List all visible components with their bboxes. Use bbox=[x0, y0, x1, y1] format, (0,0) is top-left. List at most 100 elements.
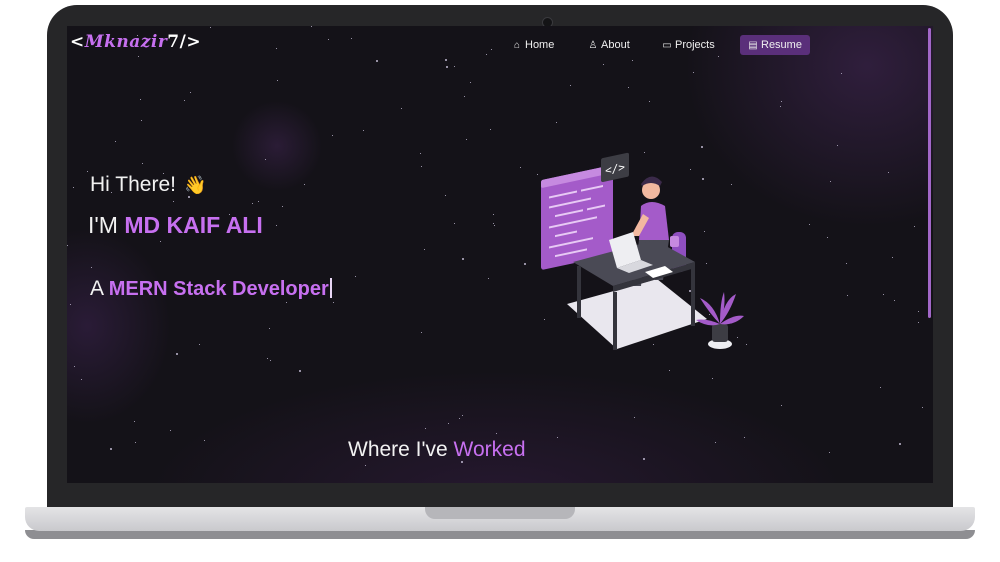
star bbox=[628, 87, 629, 88]
star bbox=[445, 195, 446, 196]
star bbox=[892, 257, 893, 258]
nav-home-label: Home bbox=[525, 39, 555, 51]
star bbox=[669, 370, 670, 371]
hero-greeting: Hi There! 👋 bbox=[90, 173, 206, 197]
star bbox=[715, 442, 716, 443]
star bbox=[570, 85, 571, 86]
star bbox=[190, 92, 191, 93]
star bbox=[454, 223, 455, 224]
star bbox=[632, 60, 633, 61]
star bbox=[464, 96, 465, 97]
star bbox=[649, 101, 650, 102]
star bbox=[693, 72, 694, 73]
star bbox=[462, 258, 464, 260]
typing-cursor bbox=[329, 278, 332, 298]
role-typewriter: MERN Stack Developer bbox=[108, 278, 329, 300]
star bbox=[265, 159, 266, 160]
plant-leaves bbox=[696, 292, 744, 326]
laptop-notch bbox=[425, 507, 575, 519]
star bbox=[138, 56, 139, 57]
name-prefix: I'M bbox=[88, 212, 125, 238]
star bbox=[781, 101, 782, 102]
star bbox=[67, 245, 68, 246]
site-logo[interactable]: <Mknazir7/> bbox=[70, 32, 201, 52]
star bbox=[922, 407, 923, 408]
resume-button[interactable]: ▤ Resume bbox=[740, 35, 810, 55]
star bbox=[276, 48, 277, 49]
star bbox=[488, 278, 489, 279]
section-title-prefix: Where I've bbox=[348, 438, 454, 461]
star bbox=[270, 360, 271, 361]
star bbox=[643, 458, 645, 460]
star bbox=[184, 100, 185, 101]
star bbox=[170, 430, 171, 431]
star bbox=[199, 344, 200, 345]
desk-leg bbox=[613, 292, 617, 350]
star bbox=[134, 421, 135, 422]
star bbox=[258, 201, 259, 202]
star bbox=[176, 353, 178, 355]
star bbox=[809, 224, 810, 225]
star bbox=[491, 49, 492, 50]
star bbox=[277, 80, 278, 81]
star bbox=[115, 141, 116, 142]
star bbox=[712, 378, 713, 379]
star bbox=[210, 27, 211, 28]
star bbox=[252, 203, 253, 204]
star bbox=[841, 73, 842, 74]
star bbox=[445, 59, 447, 61]
star bbox=[299, 370, 301, 372]
star bbox=[448, 423, 449, 424]
star bbox=[269, 328, 270, 329]
star bbox=[73, 187, 74, 188]
star bbox=[634, 417, 635, 418]
star bbox=[70, 304, 71, 305]
nav-about-label: About bbox=[601, 39, 630, 51]
star bbox=[744, 437, 745, 438]
logo-suffix: 7/> bbox=[167, 32, 202, 52]
laptop-base-shadow bbox=[25, 530, 975, 539]
developer-illustration: </> bbox=[541, 152, 744, 350]
star bbox=[830, 181, 831, 182]
star bbox=[74, 366, 75, 367]
star bbox=[780, 106, 781, 107]
nav-about-link[interactable]: ♙ About bbox=[588, 35, 630, 55]
star bbox=[328, 39, 329, 40]
star bbox=[421, 332, 422, 333]
star bbox=[899, 443, 901, 445]
star bbox=[363, 130, 364, 131]
star bbox=[459, 418, 460, 419]
star bbox=[140, 99, 141, 100]
cup-icon bbox=[670, 236, 679, 247]
star bbox=[918, 311, 919, 312]
star bbox=[401, 108, 402, 109]
nav-projects-label: Projects bbox=[675, 39, 715, 51]
star bbox=[493, 214, 494, 215]
star bbox=[454, 66, 455, 67]
floor-shape bbox=[567, 279, 707, 349]
star bbox=[829, 452, 830, 453]
scrollbar[interactable] bbox=[928, 28, 931, 318]
star bbox=[718, 56, 719, 57]
star bbox=[425, 428, 426, 429]
home-icon: ⌂ bbox=[513, 40, 521, 51]
star bbox=[91, 267, 92, 268]
greeting-text: Hi There! bbox=[90, 173, 176, 196]
star bbox=[524, 263, 526, 265]
logo-script: Mknazir bbox=[84, 32, 168, 52]
name-highlight: MD KAIF ALI bbox=[124, 212, 263, 238]
star bbox=[286, 302, 287, 303]
section-title: Where I've Worked bbox=[348, 438, 526, 462]
user-icon: ♙ bbox=[588, 40, 598, 51]
nav-projects-link[interactable]: ▭ Projects bbox=[662, 35, 715, 55]
star bbox=[276, 225, 277, 226]
star bbox=[420, 153, 421, 154]
star bbox=[142, 163, 143, 164]
star bbox=[351, 38, 352, 39]
star bbox=[470, 82, 471, 83]
browser-viewport: <Mknazir7/> ⌂ Home ♙ About ▭ Projects ▤ Resu… bbox=[67, 26, 933, 483]
waving-hand-icon: 👋 bbox=[183, 175, 207, 195]
star bbox=[424, 249, 425, 250]
nav-home-link[interactable]: ⌂ Home bbox=[512, 35, 554, 55]
star bbox=[421, 166, 422, 167]
